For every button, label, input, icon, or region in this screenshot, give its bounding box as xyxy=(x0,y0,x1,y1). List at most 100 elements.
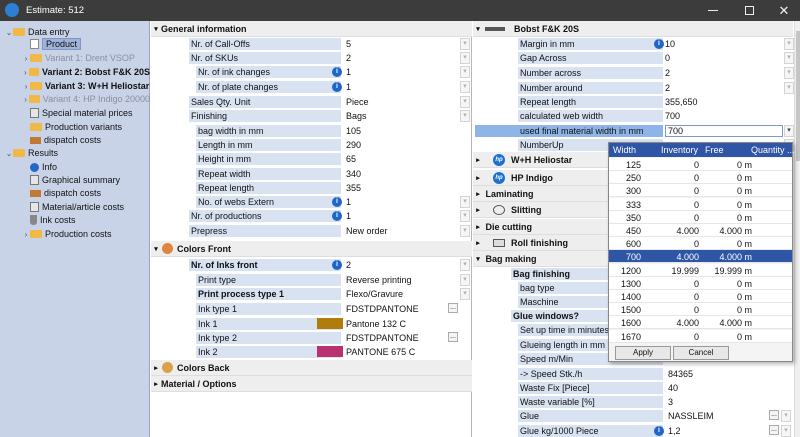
property-value-field[interactable]: Bags xyxy=(346,110,456,122)
ellipsis-button[interactable]: ... xyxy=(769,425,779,435)
dropdown-arrow-icon[interactable]: ▾ xyxy=(460,209,470,222)
width-option-row[interactable]: 1600 4.000 4.000 m xyxy=(609,316,792,330)
property-value-field[interactable]: 700 xyxy=(665,124,783,137)
property-value-field[interactable]: 1 xyxy=(346,81,456,93)
property-value-field[interactable]: FDSTDPANTONE xyxy=(346,332,446,344)
minimize-button[interactable] xyxy=(697,0,729,21)
tree-item[interactable]: ⌄ Data entry xyxy=(0,26,150,38)
property-value-field[interactable]: Reverse printing xyxy=(346,274,446,286)
property-value-field[interactable]: Flexo/Gravure xyxy=(346,288,446,300)
collapse-arrow-icon[interactable]: › xyxy=(22,54,30,63)
ellipsis-button[interactable]: ... xyxy=(448,303,458,313)
property-value-field[interactable]: 10 xyxy=(665,38,775,50)
dropdown-arrow-icon[interactable]: ▾ xyxy=(460,224,470,237)
width-option-row[interactable]: 333 0 0 m xyxy=(609,197,792,211)
collapse-arrow-icon[interactable]: › xyxy=(22,95,29,104)
dropdown-arrow-icon[interactable]: ▾ xyxy=(460,195,470,208)
tree-item[interactable]: Ink costs xyxy=(0,214,150,226)
section-header[interactable]: ▾ General information xyxy=(151,21,472,37)
column-header[interactable]: Free xyxy=(705,145,724,155)
tree-item[interactable]: Graphical summary xyxy=(0,174,150,186)
dropdown-arrow-icon[interactable]: ▾ xyxy=(784,66,794,79)
apply-button[interactable]: Apply xyxy=(615,346,671,360)
section-header[interactable]: ▾ Colors Front xyxy=(151,241,472,257)
property-value-field[interactable]: 3 xyxy=(668,396,768,408)
property-value-field[interactable]: 1 xyxy=(346,66,456,78)
property-value-field[interactable]: 105 xyxy=(346,125,456,137)
property-value-field[interactable]: 355,650 xyxy=(665,96,775,108)
width-option-row[interactable]: 125 0 0 m xyxy=(609,158,792,171)
collapse-arrow-icon[interactable]: ▸ xyxy=(151,380,161,388)
collapse-arrow-icon[interactable]: ▸ xyxy=(473,239,483,247)
width-option-row[interactable]: 350 0 0 m xyxy=(609,210,792,224)
collapse-arrow-icon[interactable]: ▸ xyxy=(473,156,483,164)
tree-item[interactable]: › Production costs xyxy=(0,228,150,240)
property-value-field[interactable]: 2 xyxy=(346,52,456,64)
right-scrollbar[interactable] xyxy=(794,21,800,437)
width-option-row[interactable]: 600 0 0 m xyxy=(609,237,792,251)
width-option-row[interactable]: 250 0 0 m xyxy=(609,171,792,185)
tree-item[interactable]: › Variant 3: W+H Heliostar xyxy=(0,80,150,92)
dropdown-arrow-icon[interactable]: ▾ xyxy=(784,51,794,64)
property-value-field[interactable]: 0 xyxy=(665,52,775,64)
property-value-field[interactable]: Piece xyxy=(346,96,456,108)
width-option-row[interactable]: 450 4.000 4.000 m xyxy=(609,224,792,237)
dropdown-arrow-icon[interactable]: ▾ xyxy=(781,424,791,437)
dropdown-arrow-icon[interactable]: ▾ xyxy=(460,65,470,78)
expand-arrow-icon[interactable]: ▾ xyxy=(473,25,483,33)
collapse-arrow-icon[interactable]: ▸ xyxy=(473,223,483,231)
collapse-arrow-icon[interactable]: › xyxy=(22,82,30,91)
collapse-arrow-icon[interactable]: ▸ xyxy=(473,206,483,214)
tree-item[interactable]: Info xyxy=(0,161,150,173)
collapse-arrow-icon[interactable]: ▸ xyxy=(473,174,483,182)
property-value-field[interactable]: NASSLEIM xyxy=(668,410,768,422)
width-option-row[interactable]: 1500 0 0 m xyxy=(609,303,792,317)
tree-item[interactable]: › Variant 4: HP Indigo 20000 xyxy=(0,93,150,105)
column-header[interactable]: Width xyxy=(613,145,636,155)
collapse-arrow-icon[interactable]: › xyxy=(22,68,29,77)
width-option-row[interactable]: 1300 0 0 m xyxy=(609,276,792,290)
property-value-field[interactable]: 290 xyxy=(346,139,456,151)
tree-item[interactable]: › Variant 2: Bobst F&K 20S xyxy=(0,66,150,78)
property-value-field[interactable]: 355 xyxy=(346,182,456,194)
width-option-row[interactable]: 1670 0 0 m xyxy=(609,329,792,343)
cancel-button[interactable]: Cancel xyxy=(673,346,729,360)
info-icon[interactable]: i xyxy=(654,425,664,436)
collapse-arrow-icon[interactable]: ▸ xyxy=(151,364,161,372)
section-header[interactable]: ▸ Material / Options xyxy=(151,376,472,392)
property-value-field[interactable]: 2 xyxy=(665,82,775,94)
close-button[interactable]: ✕ xyxy=(768,0,800,21)
dropdown-arrow-icon[interactable]: ▾ xyxy=(460,51,470,64)
collapse-arrow-icon[interactable]: › xyxy=(22,230,30,239)
property-value-field[interactable]: New order xyxy=(346,225,456,237)
width-option-row[interactable]: 1200 19.999 19.999 m xyxy=(609,263,792,277)
dropdown-arrow-icon[interactable]: ▾ xyxy=(460,258,470,271)
property-value-field[interactable]: 2 xyxy=(346,259,446,271)
property-value-field[interactable]: 84365 xyxy=(668,368,768,380)
property-value-field[interactable]: 700 xyxy=(665,110,775,122)
info-icon[interactable]: i xyxy=(332,81,342,92)
dropdown-arrow-icon[interactable]: ▾ xyxy=(460,95,470,108)
tree-item[interactable]: dispatch costs xyxy=(0,187,150,199)
dropdown-arrow-icon[interactable]: ▾ xyxy=(784,81,794,94)
property-value-field[interactable]: PANTONE 675 C xyxy=(346,346,446,358)
expand-arrow-icon[interactable]: ▾ xyxy=(151,245,161,253)
dropdown-arrow-icon[interactable]: ▾ xyxy=(460,273,470,286)
width-option-row[interactable]: 1400 0 0 m xyxy=(609,290,792,303)
dropdown-arrow-icon[interactable]: ▾ xyxy=(460,287,470,300)
property-value-field[interactable]: Pantone 132 C xyxy=(346,318,446,330)
property-value-field[interactable]: 1 xyxy=(346,196,456,208)
property-value-field[interactable]: 5 xyxy=(346,38,456,50)
property-value-field[interactable]: FDSTDPANTONE xyxy=(346,303,446,315)
tree-item[interactable]: Production variants xyxy=(0,121,150,133)
ellipsis-button[interactable]: ... xyxy=(448,332,458,342)
tree-item[interactable]: Special material prices xyxy=(0,107,150,119)
property-value-field[interactable]: 40 xyxy=(668,382,768,394)
ellipsis-button[interactable]: ... xyxy=(769,410,779,420)
scrollbar-thumb[interactable] xyxy=(796,31,800,161)
section-header[interactable]: ▸ Colors Back xyxy=(151,360,472,376)
tree-item[interactable]: dispatch costs xyxy=(0,134,150,146)
dropdown-arrow-icon[interactable]: ▾ xyxy=(784,124,794,137)
info-icon[interactable]: i xyxy=(332,196,342,207)
column-header[interactable]: Inventory xyxy=(661,145,698,155)
